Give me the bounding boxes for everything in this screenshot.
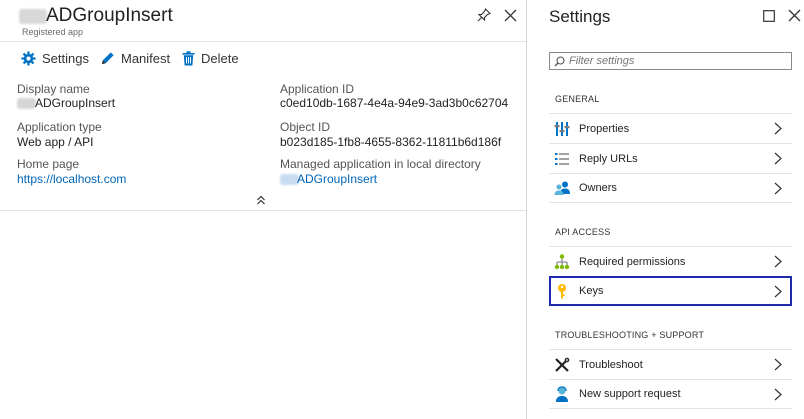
app-id-label: Application ID <box>280 82 355 96</box>
settings-title: Settings <box>549 7 611 26</box>
pencil-icon <box>101 52 114 65</box>
filter-settings-field[interactable] <box>549 52 792 70</box>
key-icon <box>553 282 571 300</box>
home-page-label: Home page <box>17 157 80 171</box>
chevron-right-icon <box>772 181 784 195</box>
section-header-general: GENERAL <box>555 94 600 104</box>
settings-item-label: New support request <box>579 388 681 400</box>
filter-settings-input[interactable] <box>569 55 789 67</box>
people-icon <box>553 179 571 197</box>
section-header-api-access: API ACCESS <box>555 227 611 237</box>
settings-item-new-support-request[interactable]: New support request <box>549 379 792 409</box>
blade-header: ADGroupInsert Registered app <box>0 0 526 42</box>
display-name-label: Display name <box>17 82 90 96</box>
chevron-right-icon <box>772 122 784 136</box>
manifest-button[interactable]: Manifest <box>100 51 170 66</box>
redacted-name-prefix <box>17 98 36 109</box>
properties-icon <box>553 120 571 138</box>
settings-item-troubleshoot[interactable]: Troubleshoot <box>549 349 792 379</box>
app-registration-blade: ADGroupInsert Registered app Settings Ma… <box>0 0 526 419</box>
object-id-value: b023d185-1fb8-4655-8362-11811b6d186f <box>280 135 502 149</box>
home-page-link[interactable]: https://localhost.com <box>17 172 126 186</box>
command-bar: Settings Manifest Delete <box>0 42 526 75</box>
managed-app-label: Managed application in local directory <box>280 157 481 171</box>
search-icon <box>554 55 565 66</box>
settings-item-required-permissions[interactable]: Required permissions <box>549 246 792 276</box>
list-icon <box>553 150 571 168</box>
section-header-troubleshooting: TROUBLESHOOTING + SUPPORT <box>555 330 705 340</box>
manifest-button-label: Manifest <box>121 51 171 66</box>
settings-button[interactable]: Settings <box>21 51 89 66</box>
object-id-label: Object ID <box>280 120 331 134</box>
settings-blade: Settings GENERAL Properties Reply URLs <box>526 0 804 419</box>
page-title: ADGroupInsert <box>46 5 173 26</box>
gear-icon <box>21 51 36 66</box>
settings-item-reply-urls[interactable]: Reply URLs <box>549 143 792 173</box>
delete-button[interactable]: Delete <box>182 51 239 66</box>
chevron-right-icon <box>772 284 784 298</box>
delete-button-label: Delete <box>201 51 239 66</box>
support-person-icon <box>553 385 571 403</box>
maximize-icon[interactable] <box>761 8 777 24</box>
settings-item-label: Required permissions <box>579 255 686 268</box>
app-id-value: c0ed10db-1687-4e4a-94e9-3ad3b0c62704 <box>280 96 509 110</box>
double-chevron-up-icon[interactable] <box>254 193 268 207</box>
essentials-panel: Display name ADGroupInsert Application t… <box>0 75 526 211</box>
page-subtitle: Registered app <box>22 27 84 37</box>
chevron-right-icon <box>772 255 784 269</box>
redacted-title-prefix <box>19 9 47 24</box>
settings-item-label: Troubleshoot <box>579 358 643 371</box>
settings-item-owners[interactable]: Owners <box>549 173 792 203</box>
close-icon[interactable] <box>786 7 802 23</box>
app-type-value: Web app / API <box>17 135 94 149</box>
settings-item-label: Reply URLs <box>579 152 638 165</box>
managed-app-link[interactable]: ADGroupInsert <box>297 172 377 186</box>
trash-icon <box>182 51 195 66</box>
settings-item-label: Keys <box>579 285 604 297</box>
hierarchy-icon <box>553 253 571 271</box>
close-icon[interactable] <box>502 7 518 23</box>
settings-item-properties[interactable]: Properties <box>549 113 792 143</box>
display-name-value: ADGroupInsert <box>35 96 116 110</box>
pin-icon[interactable] <box>476 7 492 23</box>
settings-button-label: Settings <box>42 51 89 66</box>
settings-item-label: Owners <box>579 182 617 194</box>
settings-item-keys[interactable]: Keys <box>549 276 792 306</box>
chevron-right-icon <box>772 387 784 401</box>
wrench-icon <box>553 356 571 374</box>
chevron-right-icon <box>772 152 784 166</box>
chevron-right-icon <box>772 358 784 372</box>
app-type-label: Application type <box>17 120 102 134</box>
settings-item-label: Properties <box>579 122 630 135</box>
